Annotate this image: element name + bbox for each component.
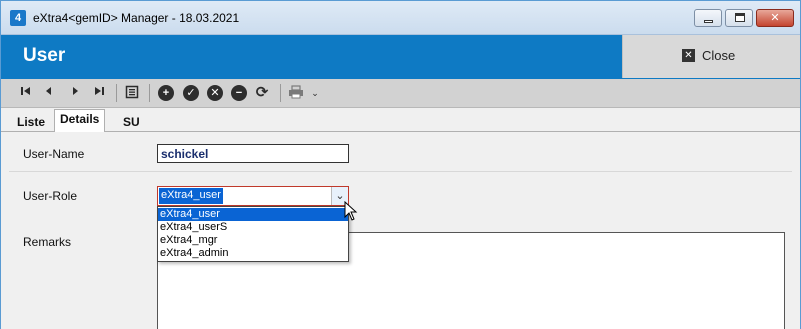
close-button[interactable]: ✕ Close [622,35,800,78]
tab-strip: Liste Details SU [1,108,800,133]
user-role-label: User-Role [23,189,78,203]
maximize-button[interactable] [725,9,753,27]
app-window: 4 eXtra4<gemID> Manager - 18.03.2021 ✕ U… [0,0,801,329]
toolbar-separator [149,84,150,102]
previous-record-icon[interactable] [41,85,57,101]
tab-details[interactable]: Details [54,109,106,133]
window-titlebar[interactable]: 4 eXtra4<gemID> Manager - 18.03.2021 ✕ [1,1,800,35]
first-record-icon[interactable] [18,85,34,101]
user-role-select[interactable]: eXtra4_user ⌄ [157,186,349,206]
mouse-pointer-icon [344,201,358,221]
close-button-label: Close [702,48,736,63]
details-form: User-Name schickel User-Role eXtra4_user… [1,132,800,329]
last-record-icon[interactable] [91,85,107,101]
user-role-select-value: eXtra4_user [159,188,223,204]
tab-su[interactable]: SU [117,112,146,132]
print-icon[interactable] [288,85,304,101]
record-toolbar: + ✓ ✕ − ⟳ ⌄ [1,79,800,108]
next-record-icon[interactable] [67,85,83,101]
print-dropdown-chevron-icon[interactable]: ⌄ [307,85,323,101]
user-role-dropdown-list: eXtra4_user eXtra4_userS eXtra4_mgr eXtr… [157,206,349,262]
remarks-label: Remarks [23,235,72,249]
page-title: User [23,45,66,66]
delete-record-icon[interactable]: − [231,85,247,101]
window-title: eXtra4<gemID> Manager - 18.03.2021 [33,11,240,25]
toolbar-separator [280,84,281,102]
window-close-button[interactable]: ✕ [756,9,794,27]
user-role-option[interactable]: eXtra4_admin [158,247,348,260]
close-icon: ✕ [682,49,695,62]
tab-liste[interactable]: Liste [11,112,51,132]
toolbar-separator [116,84,117,102]
maximize-icon [735,13,745,22]
save-record-icon[interactable]: ✓ [183,85,199,101]
app-logo-icon: 4 [10,10,26,26]
refresh-icon[interactable]: ⟳ [254,85,270,101]
username-field[interactable]: schickel [157,144,349,163]
username-label: User-Name [23,147,85,161]
minimize-button[interactable] [694,9,722,27]
list-view-icon[interactable] [124,85,140,101]
user-role-option[interactable]: eXtra4_mgr [158,234,348,247]
minimize-icon [704,20,713,23]
user-role-option[interactable]: eXtra4_userS [158,221,348,234]
window-close-icon: ✕ [770,12,780,24]
row-divider [9,171,792,172]
cancel-edit-icon[interactable]: ✕ [207,85,223,101]
user-role-option[interactable]: eXtra4_user [158,208,348,221]
add-record-icon[interactable]: + [158,85,174,101]
